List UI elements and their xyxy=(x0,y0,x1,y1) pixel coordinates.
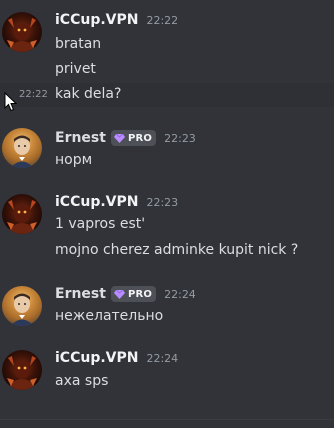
message-list-bottom-edge xyxy=(0,419,334,428)
username[interactable]: Ernest xyxy=(55,286,106,302)
pro-badge-label: PRO xyxy=(127,132,153,144)
message-group-iccup-3: iCCup.VPN 22:24 axa sps xyxy=(0,345,334,395)
avatar-ernest[interactable] xyxy=(2,286,42,326)
message-header: Ernest PRO 22:24 xyxy=(55,286,196,302)
avatar-iccup[interactable] xyxy=(2,350,42,390)
message-text: 1 vapros est' xyxy=(55,216,146,232)
hover-timestamp[interactable]: 22:22 xyxy=(19,89,48,100)
message-text: bratan xyxy=(55,36,102,52)
pro-badge-label: PRO xyxy=(127,288,153,300)
message-group-ernest-2: Ernest PRO 22:24 нежелательно xyxy=(0,280,334,330)
timestamp[interactable]: 22:22 xyxy=(146,14,178,27)
message-text: privet xyxy=(55,61,96,77)
avatar-ernest[interactable] xyxy=(2,128,42,168)
message-text: axa sps xyxy=(55,373,109,389)
username[interactable]: iCCup.VPN xyxy=(55,194,138,210)
avatar-iccup[interactable] xyxy=(2,12,42,52)
pro-badge[interactable]: PRO xyxy=(110,130,157,146)
message-header: iCCup.VPN 22:24 xyxy=(55,350,178,366)
timestamp[interactable]: 22:24 xyxy=(164,288,196,301)
message-header: Ernest PRO 22:23 xyxy=(55,130,196,146)
avatar-iccup[interactable] xyxy=(2,194,42,234)
gem-icon xyxy=(113,289,125,299)
message-text: нежелательно xyxy=(55,308,164,324)
message-group-iccup-2: iCCup.VPN 22:23 1 vapros est' mojno cher… xyxy=(0,190,334,265)
pro-badge[interactable]: PRO xyxy=(110,286,157,302)
timestamp[interactable]: 22:24 xyxy=(146,352,178,365)
message-group-ernest-1: Ernest PRO 22:23 норм xyxy=(0,120,334,170)
timestamp[interactable]: 22:23 xyxy=(146,196,178,209)
username[interactable]: Ernest xyxy=(55,130,106,146)
message-header: iCCup.VPN 22:23 xyxy=(55,194,178,210)
message-row-hovered[interactable]: 22:22 kak dela? xyxy=(0,83,334,107)
mouse-pointer-icon xyxy=(4,92,18,112)
username[interactable]: iCCup.VPN xyxy=(55,12,138,28)
message-text: mojno cherez adminke kupit nick ? xyxy=(55,242,299,258)
username[interactable]: iCCup.VPN xyxy=(55,350,138,366)
timestamp[interactable]: 22:23 xyxy=(164,132,196,145)
message-text: kak dela? xyxy=(55,86,122,102)
message-group-iccup-1: iCCup.VPN 22:22 bratan privet xyxy=(0,0,334,80)
message-text: норм xyxy=(55,152,93,168)
gem-icon xyxy=(113,133,125,143)
message-header: iCCup.VPN 22:22 xyxy=(55,12,178,28)
